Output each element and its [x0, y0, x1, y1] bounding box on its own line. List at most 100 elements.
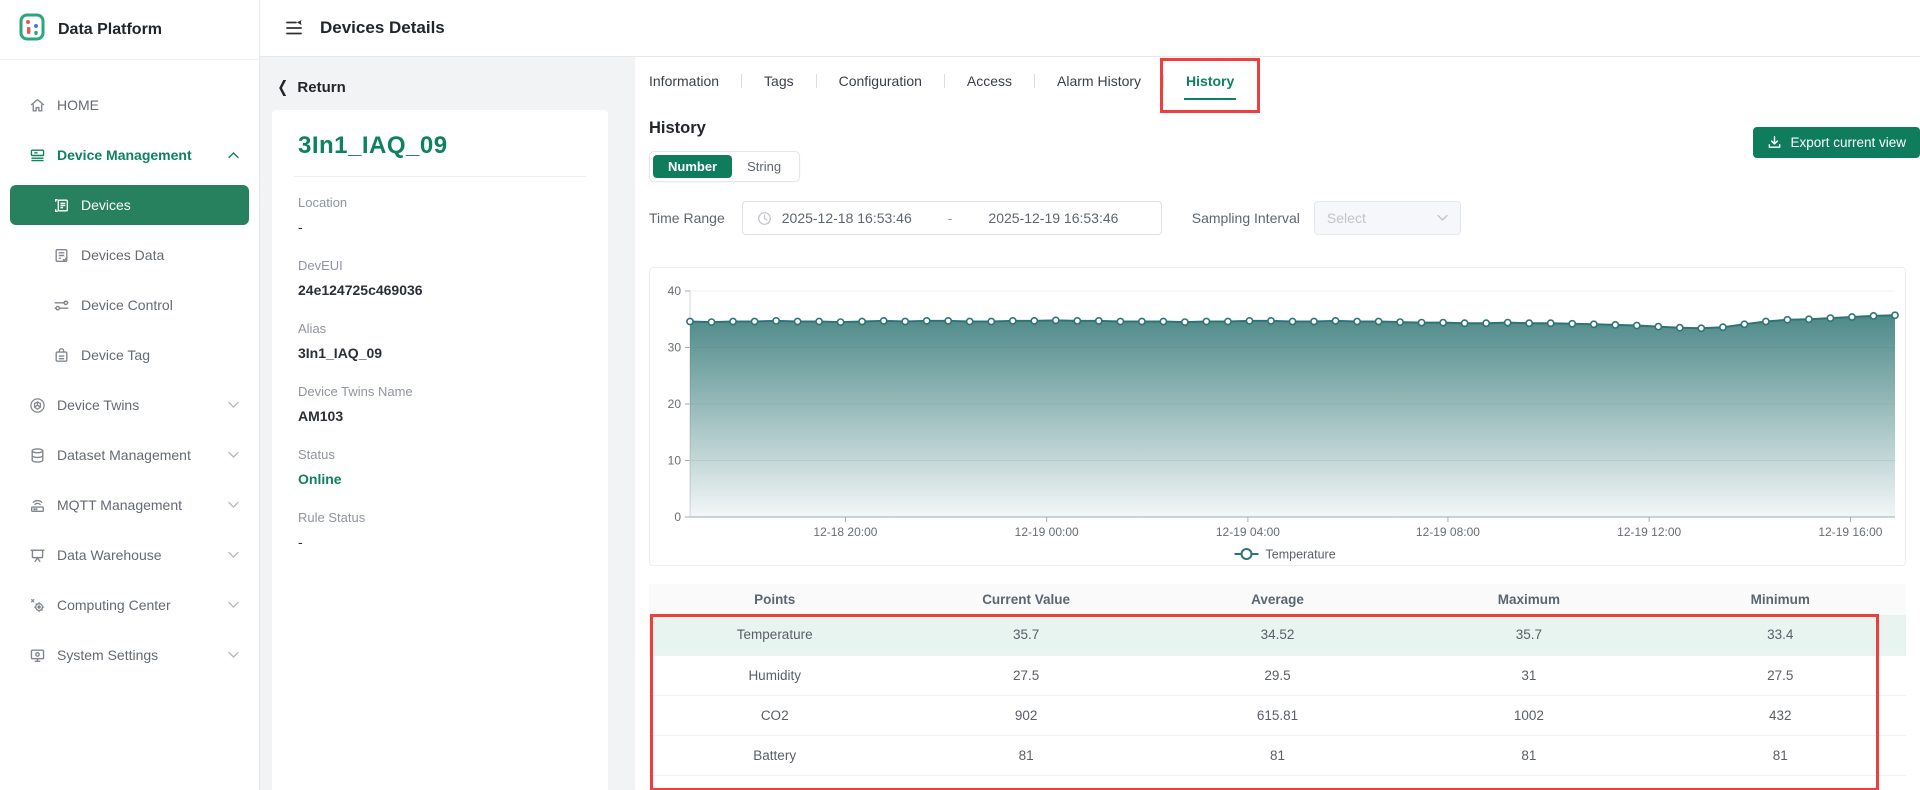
history-section-title: History [649, 119, 1905, 138]
devices-icon [53, 197, 70, 214]
tab-alarm-history[interactable]: Alarm History [1035, 57, 1163, 105]
table-cell: 27.5 [1655, 655, 1906, 695]
sidebar-item-label: HOME [57, 97, 99, 113]
column-header-current-value: Current Value [900, 584, 1151, 615]
table-cell: 34.52 [1152, 615, 1403, 655]
tab-access[interactable]: Access [945, 57, 1034, 105]
field-label: Alias [298, 321, 582, 336]
field-value: - [298, 534, 582, 550]
sidebar-item-device-tag[interactable]: Device Tag [0, 330, 259, 380]
sidebar-item-devices-data[interactable]: Devices Data [0, 230, 259, 280]
temperature-chart-svg: 01020304012-18 20:0012-19 00:0012-19 04:… [650, 268, 1905, 565]
svg-text:12-19 04:00: 12-19 04:00 [1216, 525, 1280, 539]
table-cell: Battery [649, 735, 900, 775]
sampling-interval-select[interactable]: Select [1314, 201, 1461, 235]
sidebar-item-data-warehouse[interactable]: Data Warehouse [0, 530, 259, 580]
return-button[interactable]: ❮ Return [260, 57, 370, 96]
download-icon [1767, 135, 1782, 150]
field-rule-status: Rule Status - [298, 510, 582, 550]
sidebar-item-device-twins[interactable]: Device Twins [0, 380, 259, 430]
return-label: Return [297, 79, 345, 96]
tab-label: Alarm History [1057, 73, 1141, 89]
table-row-humidity[interactable]: Humidity27.529.53127.5 [649, 655, 1906, 695]
sidebar-item-device-management[interactable]: Device Management [0, 130, 259, 180]
svg-text:12-19 00:00: 12-19 00:00 [1015, 525, 1079, 539]
table-row-battery[interactable]: Battery81818181 [649, 735, 1906, 775]
sidebar-item-device-control[interactable]: Device Control [0, 280, 259, 330]
field-alias: Alias 3In1_IAQ_09 [298, 321, 582, 361]
brand-name: Data Platform [58, 21, 162, 39]
divider [294, 176, 586, 177]
field-value: Online [298, 471, 582, 487]
sidebar-item-dataset-management[interactable]: Dataset Management [0, 430, 259, 480]
table-cell: 902 [900, 695, 1151, 735]
table-cell: 27.5 [900, 655, 1151, 695]
sidebar-item-label: Dataset Management [57, 447, 191, 463]
devices-data-icon [53, 247, 70, 264]
legend-temperature[interactable]: Temperature [1235, 548, 1336, 562]
tab-history[interactable]: History [1164, 57, 1256, 105]
sidebar-item-label: Device Control [81, 297, 173, 313]
toggle-option-number[interactable]: Number [653, 155, 732, 178]
device-management-icon [29, 147, 46, 164]
tab-label: Configuration [839, 73, 922, 89]
sidebar-item-label: Device Management [57, 147, 192, 163]
number-string-toggle: NumberString [649, 151, 800, 182]
field-label: Location [298, 195, 582, 210]
filter-row: Time Range 2025-12-18 16:53:46 - 2025-12… [649, 201, 1905, 235]
table-cell: 35.7 [900, 615, 1151, 655]
svg-text:12-18 20:00: 12-18 20:00 [813, 525, 877, 539]
menu-fold-icon[interactable] [284, 18, 304, 38]
field-value: - [298, 219, 582, 235]
svg-text:0: 0 [674, 510, 681, 524]
sidebar-item-label: Devices Data [81, 247, 164, 263]
app-logo-icon [18, 13, 46, 46]
tab-label: Information [649, 73, 719, 89]
sidebar-item-label: Data Warehouse [57, 547, 162, 563]
device-detail-panel: ❮ Return 3In1_IAQ_09 Location-DevEUI24e1… [260, 57, 635, 790]
sidebar: Data Platform HOME Device Management Devic… [0, 0, 260, 790]
history-tab-annotation-box [1160, 58, 1260, 113]
export-button[interactable]: Export current view [1753, 127, 1920, 158]
table-cell: CO2 [649, 695, 900, 735]
sidebar-item-computing-center[interactable]: Computing Center [0, 580, 259, 630]
table-row-co2[interactable]: CO2902615.811002432 [649, 695, 1906, 735]
field-value: AM103 [298, 408, 582, 424]
tab-information[interactable]: Information [649, 57, 741, 105]
app-root: Data Platform HOME Device Management Devic… [0, 0, 1920, 790]
table-cell: 35.7 [1403, 615, 1654, 655]
tab-label: Tags [764, 73, 794, 89]
history-chart[interactable]: 01020304012-18 20:0012-19 00:0012-19 04:… [649, 267, 1906, 566]
sidebar-item-home[interactable]: HOME [0, 80, 259, 130]
field-label: Rule Status [298, 510, 582, 525]
top-header: Devices Details [260, 0, 1920, 57]
table-cell: 81 [1152, 735, 1403, 775]
time-range-end: 2025-12-19 16:53:46 [988, 210, 1118, 226]
history-content: History Export current view NumberString… [635, 119, 1920, 776]
tab-tags[interactable]: Tags [742, 57, 816, 105]
table-cell: 1002 [1403, 695, 1654, 735]
chevron-down-icon [228, 551, 239, 559]
sidebar-item-mqtt-management[interactable]: MQTT Management [0, 480, 259, 530]
table-cell: 615.81 [1152, 695, 1403, 735]
history-header: History Export current view [649, 119, 1905, 138]
sidebar-item-devices[interactable]: Devices [10, 185, 249, 225]
time-range-input[interactable]: 2025-12-18 16:53:46 - 2025-12-19 16:53:4… [742, 201, 1162, 235]
tab-configuration[interactable]: Configuration [817, 57, 944, 105]
device-control-icon [53, 297, 70, 314]
system-settings-icon [29, 647, 46, 664]
computing-center-icon [29, 597, 46, 614]
device-twins-icon [29, 397, 46, 414]
export-button-label: Export current view [1790, 135, 1906, 150]
table-cell: Humidity [649, 655, 900, 695]
toggle-option-string[interactable]: String [732, 155, 796, 178]
sidebar-item-system-settings[interactable]: System Settings [0, 630, 259, 680]
column-header-points: Points [649, 584, 900, 615]
sampling-interval-label: Sampling Interval [1192, 210, 1300, 226]
field-label: Status [298, 447, 582, 462]
time-range-start: 2025-12-18 16:53:46 [782, 210, 912, 226]
device-fields: Location-DevEUI24e124725c469036Alias3In1… [298, 195, 582, 550]
table-row-temperature[interactable]: Temperature35.734.5235.733.4 [649, 615, 1906, 655]
field-value: 3In1_IAQ_09 [298, 345, 582, 361]
sidebar-nav: HOME Device Management Devices Devices Data… [0, 60, 259, 680]
